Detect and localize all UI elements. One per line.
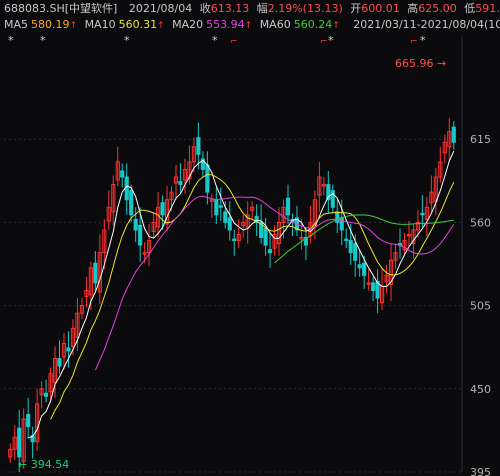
red-flag-icon: ⌐ xyxy=(410,37,418,47)
price-tick-label: 615 xyxy=(470,133,491,146)
ma10-value: 560.31 xyxy=(118,18,158,31)
candle-body xyxy=(196,137,201,155)
ma60-flag-icon: ↑ xyxy=(332,21,340,31)
star-icon: * xyxy=(212,34,218,47)
candle-body xyxy=(285,197,291,216)
candle-body xyxy=(44,392,49,397)
stock-code: 688083.SH[中望软件] xyxy=(4,2,118,15)
candle-body xyxy=(218,205,223,208)
star-icon: * xyxy=(40,34,46,47)
star-icon: * xyxy=(124,34,130,47)
low-label: 低 xyxy=(464,2,476,15)
open-label: 开 xyxy=(350,2,362,15)
candle-body xyxy=(138,224,143,246)
candle-body xyxy=(223,211,228,223)
star-icon: * xyxy=(8,34,14,47)
price-tick-label: 450 xyxy=(470,383,491,396)
change-value: 2.19%(13.13) xyxy=(267,2,343,15)
candle-body xyxy=(451,126,456,143)
candle-body xyxy=(227,217,232,231)
red-flag-icon: ⌐ xyxy=(230,37,238,47)
ma5-flag-icon: ↑ xyxy=(69,21,78,31)
star-icon: * xyxy=(420,34,426,47)
ma60-label: MA60 xyxy=(259,18,291,31)
ma20-value: 553.94 xyxy=(206,18,245,31)
close-label: 收 xyxy=(199,2,211,15)
high-label: 高 xyxy=(407,2,419,15)
price-axis: 615 560 505 450 395 xyxy=(470,133,491,476)
candle-body xyxy=(66,347,71,352)
price-grid xyxy=(4,36,463,473)
candle-body xyxy=(362,262,367,276)
candle-body xyxy=(371,282,376,291)
candle-body xyxy=(93,262,98,284)
candle-body xyxy=(26,414,31,428)
candle-body xyxy=(357,264,362,269)
candle-body xyxy=(344,238,349,242)
candle-body xyxy=(214,199,219,216)
quote-date: 2021/08/04 xyxy=(128,2,193,15)
candle-body xyxy=(263,227,268,246)
ma5-label: MA5 xyxy=(4,18,29,31)
price-tick-label: 395 xyxy=(470,466,491,476)
candle-body xyxy=(129,190,134,216)
ma20-label: MA20 xyxy=(172,18,204,31)
candle-body xyxy=(335,211,340,223)
star-icon: * xyxy=(328,34,334,47)
price-tick-label: 505 xyxy=(470,300,491,313)
date-range: 2021/03/11-2021/08/04(100日) xyxy=(353,18,500,31)
low-value: 591.3 xyxy=(475,2,500,15)
candle-body xyxy=(178,181,183,186)
ma10-flag-icon: ↑ xyxy=(157,21,165,31)
ma60-value: 560.24 xyxy=(293,18,333,31)
candle-body xyxy=(205,164,210,193)
price-tick-label: 560 xyxy=(470,216,491,229)
change-label: 幅 xyxy=(256,2,268,15)
candlestick-chart[interactable]: 615560505450395 665.96 →← 394.54* * * * * *⌐ ⌐… xyxy=(0,0,500,476)
candle-body xyxy=(268,249,273,254)
event-markers: 665.96 →← 394.54* * * * * *⌐ ⌐ ⌐ xyxy=(8,34,446,471)
candle-body xyxy=(120,170,125,178)
candle-body xyxy=(57,358,62,367)
ma-bar: MA5 580.19↑ MA10 560.31↑ MA20 553.94↑ MA60 5… xyxy=(0,17,500,33)
candle-body xyxy=(339,217,344,231)
quote-header: 688083.SH[中望软件] 2021/08/04 收613.13 幅2.19… xyxy=(0,1,500,17)
candle-body xyxy=(348,240,353,254)
candle-body xyxy=(17,427,22,458)
max-price-label: 665.96 → xyxy=(395,57,446,70)
ma10-label: MA10 xyxy=(84,18,116,31)
candle-body xyxy=(160,202,165,216)
candle-body xyxy=(353,243,358,261)
ma20-flag-icon: ↑ xyxy=(244,21,253,31)
candles xyxy=(8,118,456,472)
candle-body xyxy=(133,218,138,231)
red-flag-icon: ⌐ xyxy=(320,37,328,47)
min-price-label: ← 394.54 xyxy=(18,458,69,471)
close-value: 613.13 xyxy=(210,2,250,15)
open-value: 600.01 xyxy=(361,2,400,15)
high-value: 625.00 xyxy=(418,2,457,15)
ma5-value: 580.19 xyxy=(31,18,70,31)
candle-body xyxy=(232,238,237,242)
candle-body xyxy=(420,212,425,216)
